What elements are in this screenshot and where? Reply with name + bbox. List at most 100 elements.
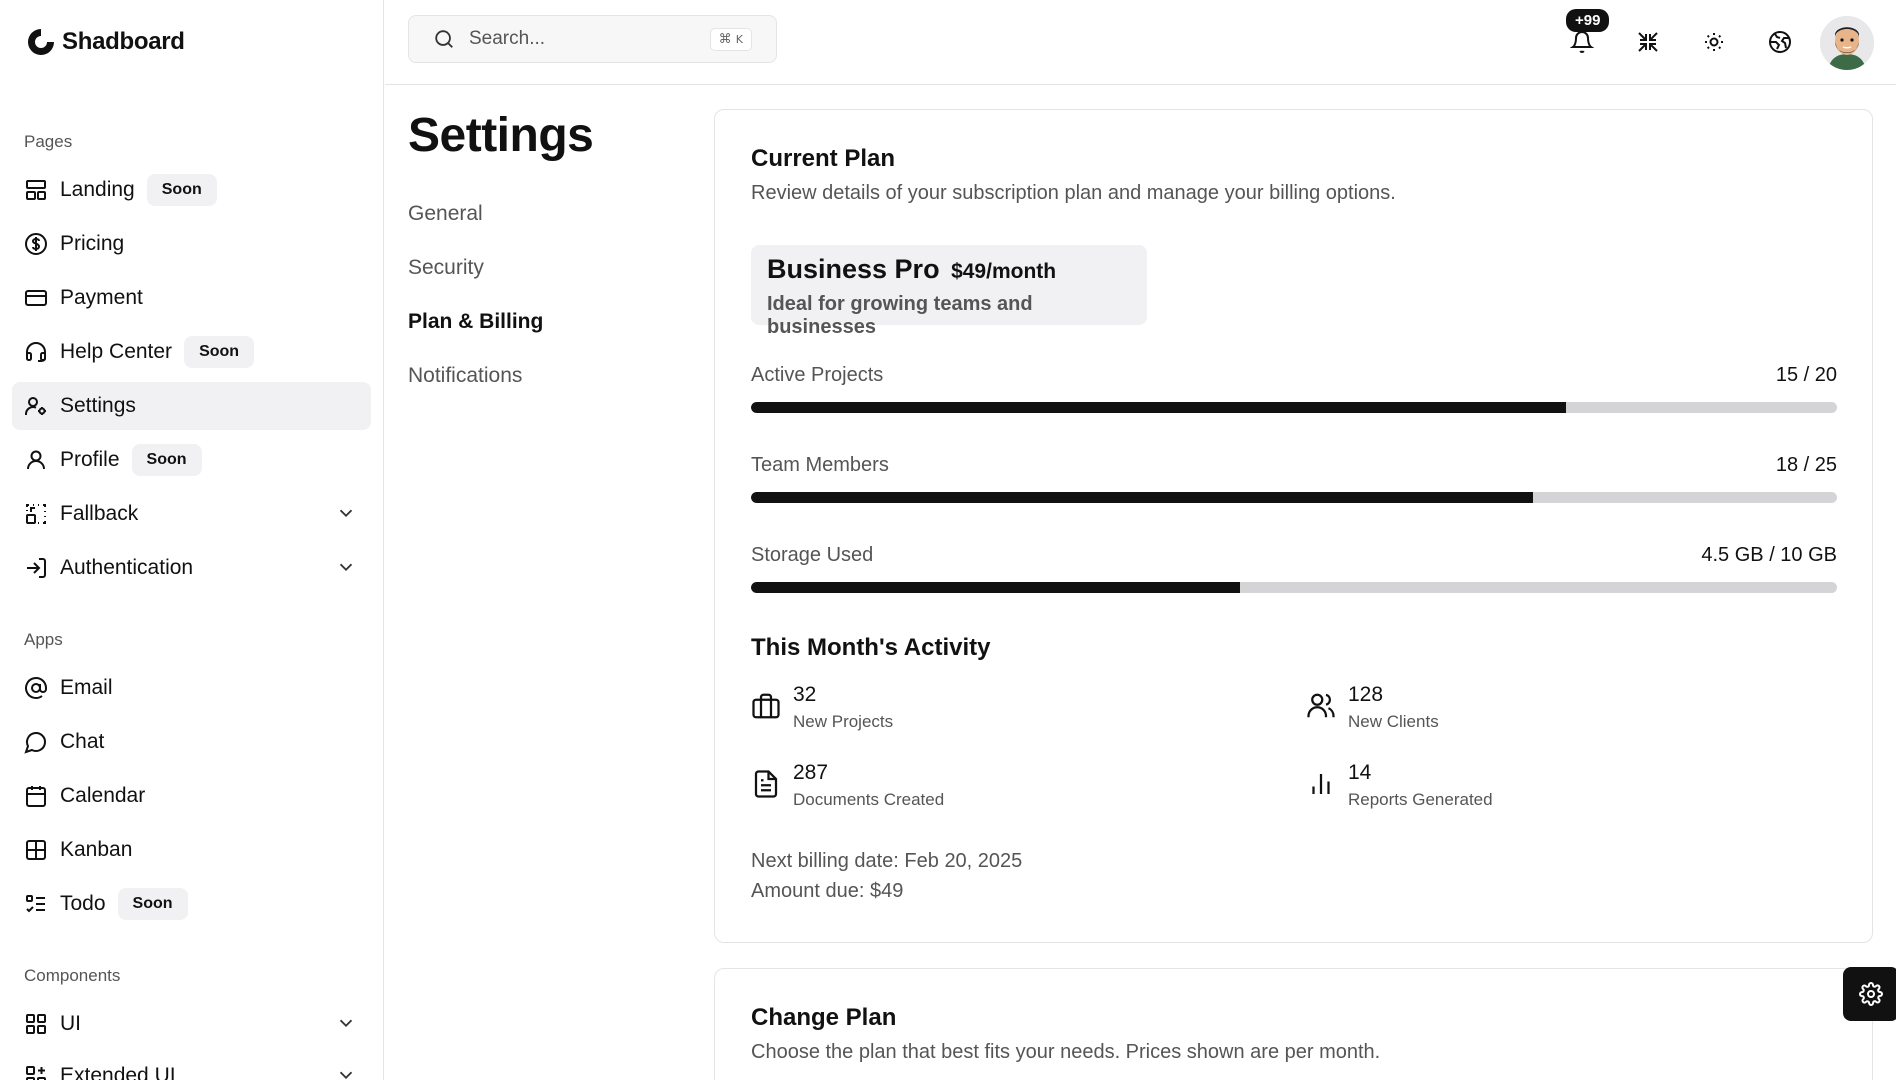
fallback-icon xyxy=(26,504,46,524)
search-shortcut: ⌘ K xyxy=(709,27,752,51)
calendar-icon xyxy=(26,786,46,807)
usage-active-projects: Active Projects 15 / 20 xyxy=(751,364,1837,414)
settings-tab-plan-billing[interactable]: Plan & Billing xyxy=(408,310,543,334)
usage-label: Team Members xyxy=(751,454,889,476)
page-title: Settings xyxy=(408,109,594,162)
sidebar-item-todo[interactable]: Todo Soon xyxy=(12,880,371,928)
chevron-down-icon[interactable] xyxy=(335,502,357,524)
current-plan-card: Current Plan Review details of your subs… xyxy=(714,109,1873,943)
sidebar-item-label: Payment xyxy=(60,286,143,309)
next-billing-date: Next billing date: Feb 20, 2025 xyxy=(751,850,1023,872)
plan-description: Ideal for growing teams and businesses xyxy=(767,293,1033,338)
amount-due: Amount due: $49 xyxy=(751,880,904,902)
settings-tab-general[interactable]: General xyxy=(408,202,483,226)
settings-tab-security[interactable]: Security xyxy=(408,256,484,280)
current-plan-title: Current Plan xyxy=(751,145,896,172)
avatar-image xyxy=(1820,16,1874,70)
dollar-circle-icon xyxy=(25,233,47,255)
sidebar: Shadboard Pages Landing Soon Pricing Pay… xyxy=(0,0,384,1080)
stat-value: 128 xyxy=(1348,683,1384,706)
usage-value: 18 / 25 xyxy=(1775,454,1837,476)
notification-count-badge: +99 xyxy=(1566,9,1610,32)
theme-toggle-button[interactable] xyxy=(1694,20,1734,64)
sidebar-item-extended-ui[interactable]: Extended UI xyxy=(12,1052,371,1080)
usage-progress-bar xyxy=(751,402,1837,413)
sidebar-item-payment[interactable]: Payment xyxy=(12,274,371,322)
fullscreen-toggle-button[interactable] xyxy=(1628,20,1668,64)
sidebar-item-label: Kanban xyxy=(60,838,133,861)
chevron-down-icon[interactable] xyxy=(335,556,357,578)
credit-card-icon xyxy=(25,290,47,306)
search-input[interactable]: Search... ⌘ K xyxy=(408,15,777,63)
sidebar-item-label: Todo xyxy=(60,892,106,915)
brand-logo[interactable]: Shadboard xyxy=(24,26,185,58)
layout-icon xyxy=(26,180,46,200)
sidebar-item-help-center[interactable]: Help Center Soon xyxy=(12,328,371,376)
sidebar-item-profile[interactable]: Profile Soon xyxy=(12,436,371,484)
sidebar-item-label: Landing xyxy=(60,178,135,201)
language-button[interactable] xyxy=(1760,20,1800,64)
sidebar-item-landing[interactable]: Landing Soon xyxy=(12,166,371,214)
stat-new-projects: 32 New Projects xyxy=(751,683,1151,743)
bar-chart-icon xyxy=(1312,774,1330,794)
minimize-icon xyxy=(1638,32,1658,52)
usage-progress-fill xyxy=(751,492,1533,503)
sun-icon xyxy=(1705,33,1723,51)
usage-value: 15 / 20 xyxy=(1775,364,1837,386)
plan-name: Business Pro xyxy=(767,254,940,284)
sidebar-item-fallback[interactable]: Fallback xyxy=(12,490,371,538)
at-sign-icon xyxy=(25,677,47,699)
plan-price: $49/month xyxy=(951,260,1057,283)
stat-documents-created: 287 Documents Created xyxy=(751,761,1151,821)
customizer-button[interactable] xyxy=(1843,967,1896,1021)
grid-icon xyxy=(26,1014,46,1034)
sidebar-item-label: Authentication xyxy=(60,556,194,579)
sidebar-item-settings[interactable]: Settings xyxy=(12,382,371,430)
sidebar-item-label: Pricing xyxy=(60,232,125,255)
sidebar-item-pricing[interactable]: Pricing xyxy=(12,220,371,268)
stat-value: 14 xyxy=(1348,761,1372,784)
stat-new-clients: 128 New Clients xyxy=(1306,683,1706,743)
brand-name: Shadboard xyxy=(62,28,185,55)
usage-team-members: Team Members 18 / 25 xyxy=(751,454,1837,504)
usage-progress-fill xyxy=(751,582,1240,593)
sidebar-item-label: Calendar xyxy=(60,784,146,807)
chevron-down-icon[interactable] xyxy=(335,1064,357,1080)
stat-label: Reports Generated xyxy=(1348,790,1493,809)
log-in-icon xyxy=(27,558,46,578)
avatar[interactable] xyxy=(1820,16,1874,70)
search-placeholder: Search... xyxy=(469,28,546,49)
soon-badge: Soon xyxy=(117,888,188,920)
stat-label: New Projects xyxy=(793,712,894,731)
grid-plus-icon xyxy=(26,1066,46,1080)
users-icon xyxy=(1307,693,1335,718)
headset-icon xyxy=(26,342,46,362)
sidebar-item-kanban[interactable]: Kanban xyxy=(12,826,371,874)
sidebar-item-ui[interactable]: UI xyxy=(12,1000,371,1048)
sidebar-item-calendar[interactable]: Calendar xyxy=(12,772,371,820)
stat-label: New Clients xyxy=(1348,712,1439,731)
sidebar-item-email[interactable]: Email xyxy=(12,664,371,712)
usage-label: Storage Used xyxy=(751,544,874,566)
settings-tab-notifications[interactable]: Notifications xyxy=(408,364,522,388)
sidebar-item-label: Fallback xyxy=(60,502,139,525)
change-plan-subtitle: Choose the plan that best fits your need… xyxy=(751,1041,1381,1063)
sidebar-item-authentication[interactable]: Authentication xyxy=(12,544,371,592)
usage-progress-bar xyxy=(751,582,1837,593)
sidebar-item-chat[interactable]: Chat xyxy=(12,718,371,766)
search-icon xyxy=(435,30,453,48)
stat-label: Documents Created xyxy=(793,790,945,809)
chevron-down-icon[interactable] xyxy=(335,1012,357,1034)
usage-storage: Storage Used 4.5 GB / 10 GB xyxy=(751,544,1837,594)
soon-badge: Soon xyxy=(131,444,202,476)
change-plan-card: Change Plan Choose the plan that best fi… xyxy=(714,968,1873,1080)
sidebar-item-label: UI xyxy=(60,1012,81,1035)
plan-name-row: Business Pro $49/month xyxy=(767,254,1056,285)
activity-title: This Month's Activity xyxy=(751,634,991,661)
usage-progress-bar xyxy=(751,492,1837,503)
list-todo-icon xyxy=(26,895,45,913)
stat-value: 32 xyxy=(793,683,817,706)
usage-progress-fill xyxy=(751,402,1566,413)
soon-badge: Soon xyxy=(146,174,217,206)
logo-icon xyxy=(28,29,54,55)
